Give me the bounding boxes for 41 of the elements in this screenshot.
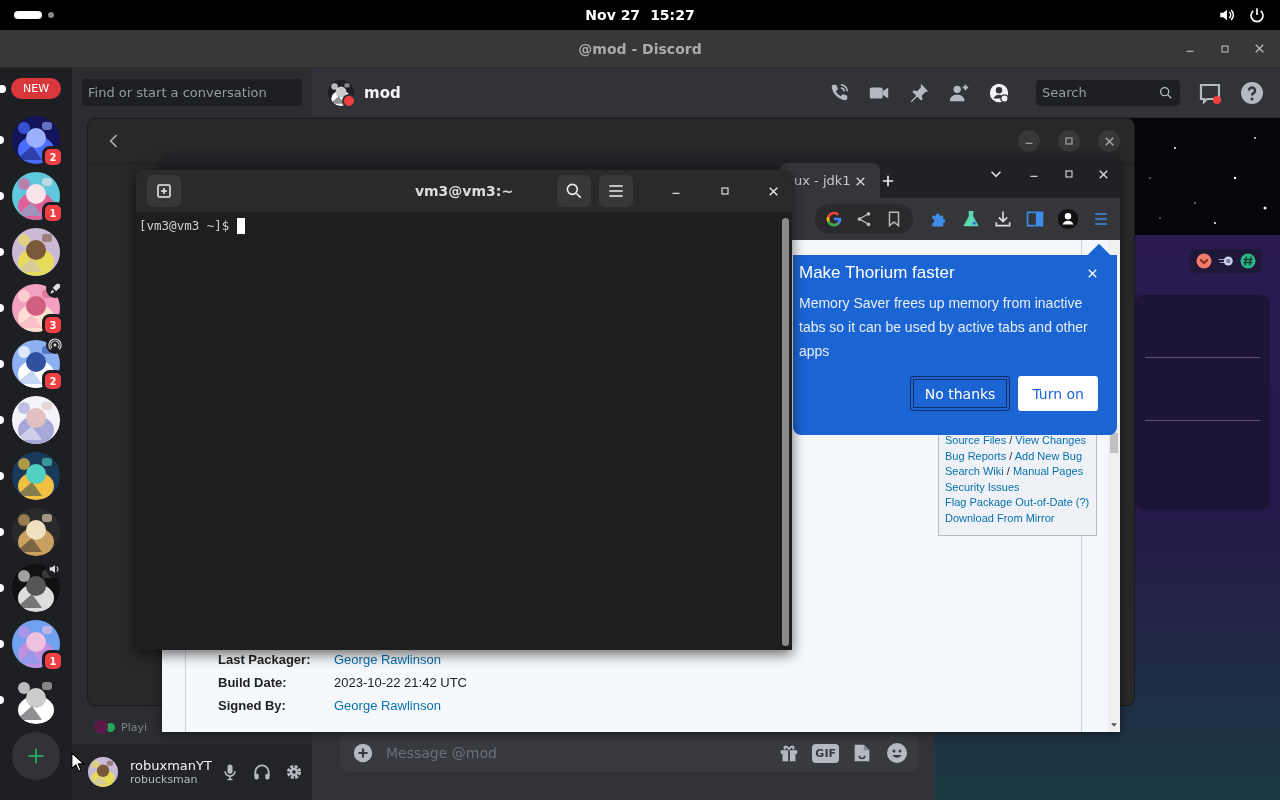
sidebar-link[interactable]: Security Issues <box>945 480 1020 493</box>
sidebar-link[interactable]: Download From Mirror <box>945 511 1055 524</box>
gif-button[interactable]: GIF <box>812 743 839 763</box>
field-link[interactable]: George Rawlinson <box>334 698 467 713</box>
popup-text: Memory Saver frees up memory from inactive tabs so it can be used by active tabs and other apps <box>799 294 1089 361</box>
shell-prompt: [vm3@vm3 ~]$ <box>139 218 230 233</box>
mention-badge: 1 <box>42 650 64 672</box>
search-field[interactable]: Search <box>1036 79 1180 106</box>
field-value: 2023-10-22 21:42 UTC <box>334 675 467 690</box>
activity-text: Playi <box>121 720 147 734</box>
separator: / <box>1009 434 1013 446</box>
clock-label: 15:27 <box>650 7 695 23</box>
mention-badge: 2 <box>42 146 64 168</box>
window-title: @mod - Discord <box>578 40 702 57</box>
window-title: vm3@vm3:~ <box>414 183 514 199</box>
separator: / <box>1009 449 1013 462</box>
sidebar-link[interactable]: Manual Pages <box>1012 465 1084 477</box>
sidebar-link[interactable]: Source Files <box>945 434 1007 446</box>
field-label: Last Packager: <box>218 652 312 667</box>
field-link[interactable]: George Rawlinson <box>334 652 467 667</box>
mention-badge: 1 <box>42 202 64 224</box>
search-field[interactable]: Find or start a conversation <box>82 79 302 106</box>
field-label: Signed By: <box>218 698 287 713</box>
mention-badge: 2 <box>42 370 64 392</box>
sidebar-link[interactable]: Flag Package Out-of-Date (?) <box>945 496 1090 508</box>
username: robuxmanYT <box>130 758 212 773</box>
popup-title: Make Thorium faster <box>799 263 955 283</box>
channel-name: mod <box>364 83 401 102</box>
sidebar-link[interactable]: Add New Bug <box>1014 449 1082 462</box>
message-input[interactable]: Message @mod GIF <box>340 734 919 772</box>
browser-tab[interactable]: ux - jdk1 <box>780 163 880 198</box>
date-label: Nov 27 <box>585 7 641 23</box>
sidebar-link[interactable]: Search Wiki <box>945 465 1004 477</box>
mention-badge: 3 <box>42 314 64 336</box>
dismiss-button[interactable]: No thanks <box>909 376 1011 411</box>
sidebar-link[interactable]: Bug Reports <box>945 449 1007 462</box>
sidebar-link[interactable]: View Changes <box>1015 434 1087 446</box>
field-label: Build Date: <box>218 675 288 690</box>
turn-on-button[interactable]: Turn on <box>1018 376 1098 411</box>
separator: / <box>1006 465 1010 477</box>
user-handle: robucksman <box>130 773 199 786</box>
